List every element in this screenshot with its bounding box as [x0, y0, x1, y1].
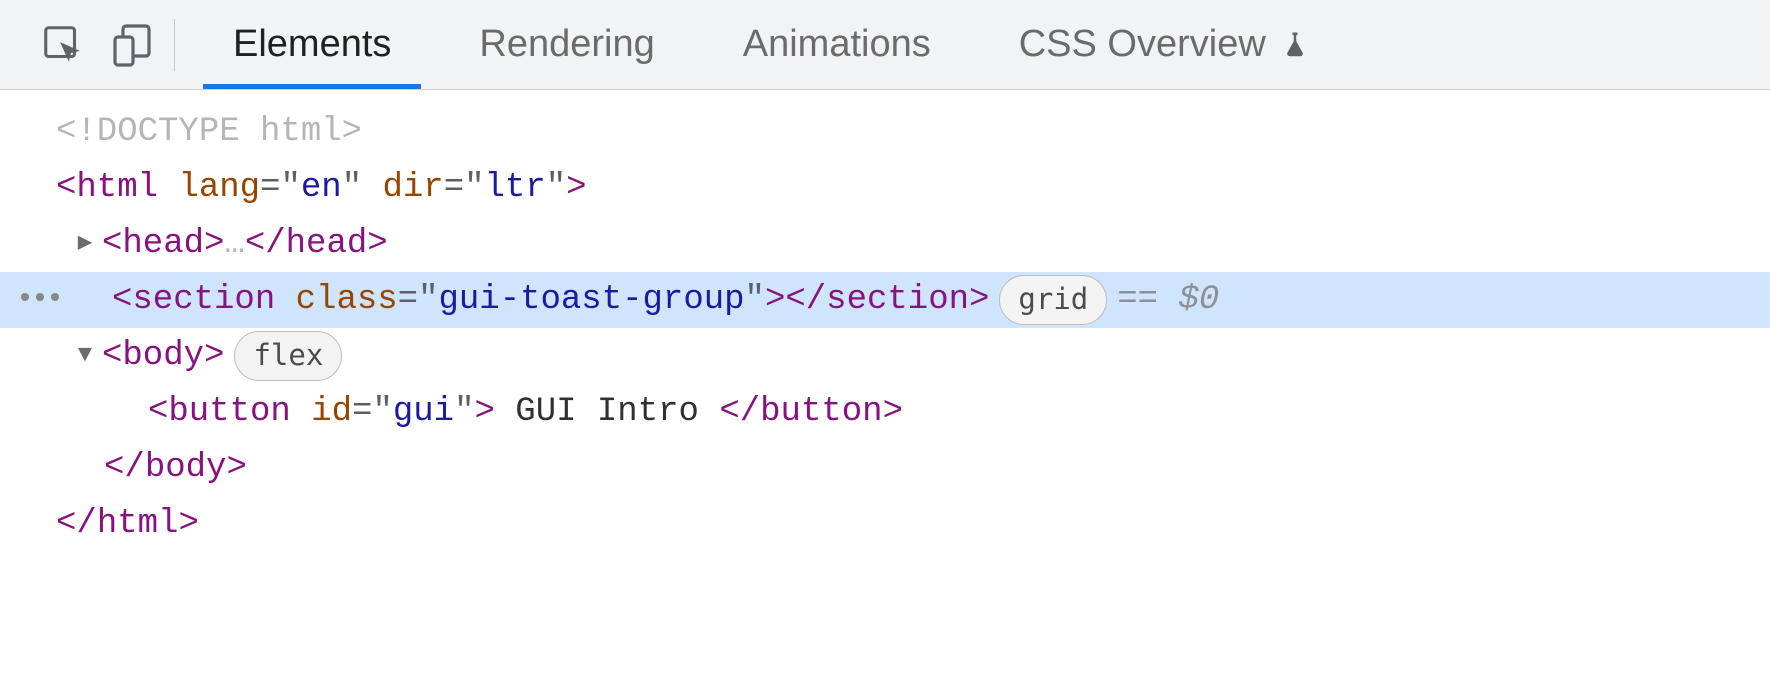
tag-name: body	[145, 442, 227, 495]
dom-node-doctype[interactable]: <!DOCTYPE html>	[0, 104, 1770, 160]
bracket: >	[765, 274, 785, 327]
bracket: <	[102, 218, 122, 271]
layout-badge-grid[interactable]: grid	[999, 275, 1107, 326]
tag-name: button	[760, 386, 882, 439]
experiment-flask-icon	[1280, 28, 1310, 62]
bracket: >	[204, 330, 224, 383]
tab-label: Elements	[233, 23, 391, 66]
toolbar-divider	[174, 19, 175, 71]
tag-name: html	[76, 162, 158, 215]
dom-node-head[interactable]: ▶<head>…</head>	[0, 216, 1770, 272]
dom-node-html-open[interactable]: <html lang="en" dir="ltr">	[0, 160, 1770, 216]
ellipsis: …	[224, 218, 244, 271]
bracket: >	[566, 162, 586, 215]
tab-label: Animations	[743, 23, 931, 66]
bracket: >	[883, 386, 903, 439]
layout-badge-flex[interactable]: flex	[234, 331, 342, 382]
panel-tabs: Elements Rendering Animations CSS Overvi…	[189, 0, 1354, 89]
selected-eq: ==	[1117, 274, 1178, 327]
tab-rendering[interactable]: Rendering	[435, 0, 698, 89]
devtools-toolbar: Elements Rendering Animations CSS Overvi…	[0, 0, 1770, 90]
bracket: </	[56, 498, 97, 551]
tag-name: button	[168, 386, 290, 439]
bracket: >	[474, 386, 494, 439]
collapse-arrow-icon[interactable]: ▼	[72, 337, 98, 374]
attr-value: gui	[393, 386, 454, 439]
tag-name: section	[132, 274, 275, 327]
selected-dollar-ref: $0	[1178, 274, 1219, 327]
bracket: </	[245, 218, 286, 271]
gutter-menu-icon[interactable]: •••	[16, 277, 61, 324]
dom-node-body-open[interactable]: ▼<body> flex	[0, 328, 1770, 384]
bracket: <	[148, 386, 168, 439]
tab-label: Rendering	[479, 23, 654, 66]
tag-name: head	[122, 218, 204, 271]
attr-name: id	[311, 386, 352, 439]
bracket: <	[102, 330, 122, 383]
dom-tree: <!DOCTYPE html> <html lang="en" dir="ltr…	[0, 90, 1770, 552]
tab-label: CSS Overview	[1019, 23, 1266, 66]
bracket: >	[969, 274, 989, 327]
dom-node-html-close[interactable]: </html>	[0, 496, 1770, 552]
bracket: </	[104, 442, 145, 495]
bracket: </	[719, 386, 760, 439]
bracket: >	[226, 442, 246, 495]
dom-node-body-close[interactable]: </body>	[0, 440, 1770, 496]
attr-value: en	[301, 162, 342, 215]
attr-name: dir	[383, 162, 444, 215]
tab-elements[interactable]: Elements	[189, 0, 435, 89]
tab-animations[interactable]: Animations	[699, 0, 975, 89]
doctype-text: <!DOCTYPE html>	[56, 106, 362, 159]
bracket: </	[785, 274, 826, 327]
text-node: GUI Intro	[495, 386, 719, 439]
attr-value: gui-toast-group	[438, 274, 744, 327]
bracket: >	[204, 218, 224, 271]
tag-name: html	[97, 498, 179, 551]
bracket: >	[178, 498, 198, 551]
tag-name: head	[286, 218, 368, 271]
tag-name: section	[826, 274, 969, 327]
tag-name: body	[122, 330, 204, 383]
expand-arrow-icon[interactable]: ▶	[72, 225, 98, 262]
tab-css-overview[interactable]: CSS Overview	[975, 0, 1354, 89]
attr-name: class	[296, 274, 398, 327]
bracket: <	[112, 274, 132, 327]
dom-node-section-selected[interactable]: ••• <section class="gui-toast-group"></s…	[0, 272, 1770, 328]
bracket: >	[367, 218, 387, 271]
inspect-element-icon[interactable]	[28, 10, 98, 80]
dom-node-button[interactable]: <button id="gui"> GUI Intro </button>	[0, 384, 1770, 440]
bracket: <	[56, 162, 76, 215]
attr-name: lang	[178, 162, 260, 215]
attr-value: ltr	[485, 162, 546, 215]
device-toolbar-icon[interactable]	[98, 10, 168, 80]
